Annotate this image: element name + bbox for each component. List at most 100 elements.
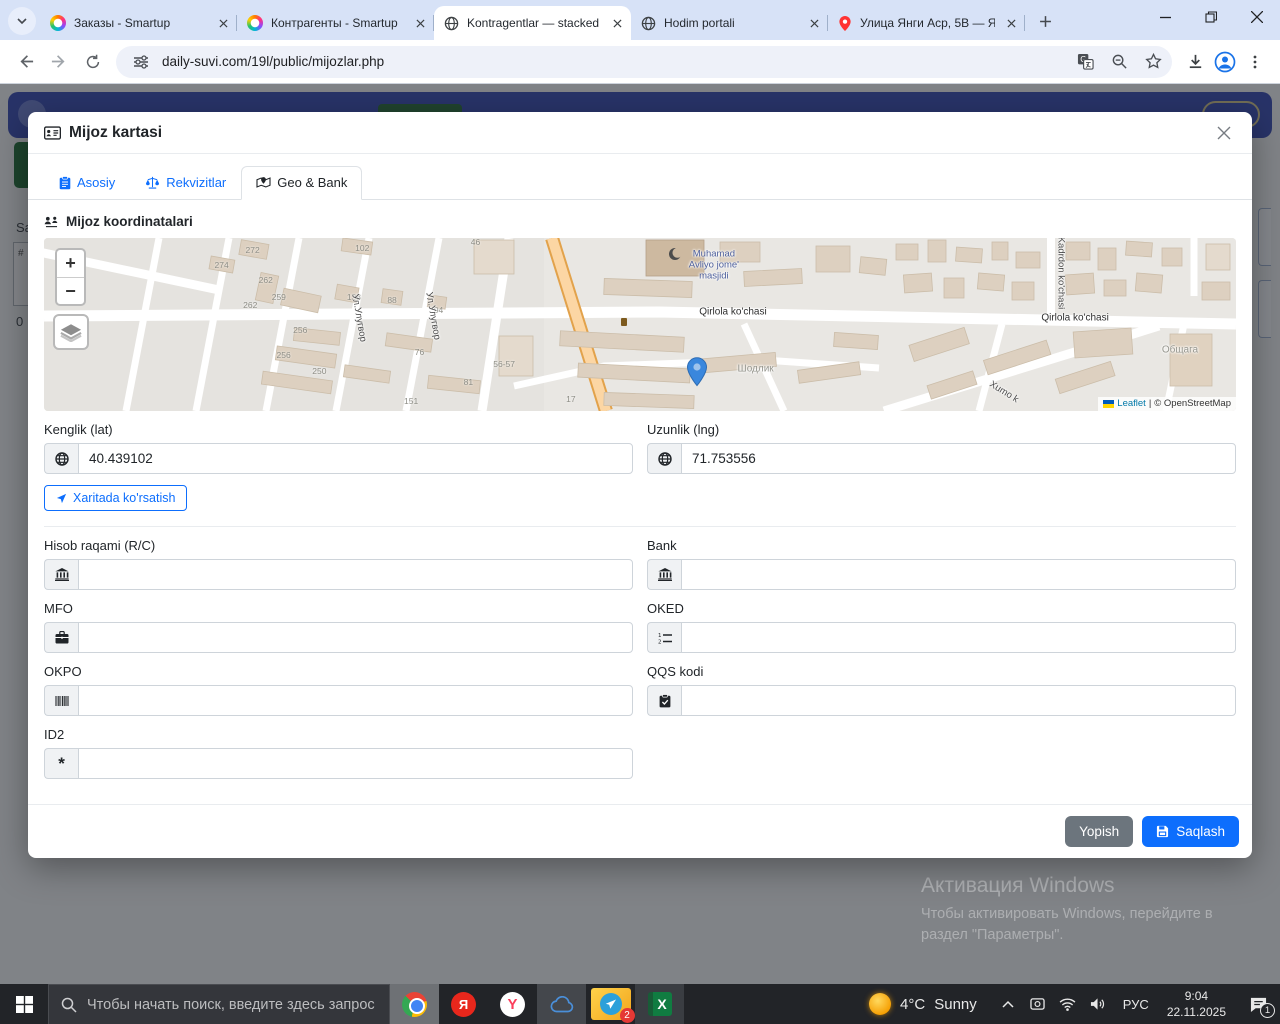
tab-close-icon[interactable] [1003, 15, 1019, 31]
back-icon[interactable] [10, 47, 40, 77]
monument-icon [620, 317, 627, 326]
tab-geo-bank-active[interactable]: Geo & Bank [241, 166, 363, 200]
url-text[interactable]: daily-suvi.com/19l/public/mijozlar.php [162, 54, 1064, 69]
action-center-button[interactable]: 1 [1236, 984, 1280, 1024]
save-button[interactable]: Saqlash [1142, 816, 1239, 847]
house-number: 17 [566, 393, 576, 404]
weather-temp: 4°C [900, 995, 926, 1013]
tab-asosiy[interactable]: Asosiy [44, 166, 130, 200]
ukraine-flag-icon [1103, 399, 1115, 408]
house-number: 56-57 [493, 359, 515, 370]
bank-input[interactable] [681, 559, 1236, 590]
window-controls [1142, 0, 1280, 40]
house-number: 272 [245, 245, 260, 256]
osm-attribution[interactable]: © OpenStreetMap [1154, 398, 1231, 409]
tab-close-icon[interactable] [215, 15, 231, 31]
menu-kebab-icon[interactable] [1240, 47, 1270, 77]
tab-yandex-maps[interactable]: Улица Янги Аср, 5В — Я [828, 6, 1025, 40]
id-card-icon [44, 125, 61, 140]
modal-title: Mijoz kartasi [44, 124, 162, 142]
tab-search-chevron-icon[interactable] [8, 7, 36, 35]
weather-condition: Sunny [934, 995, 977, 1013]
map-section-title-text: Mijoz koordinatalari [66, 214, 193, 229]
house-number: 102 [355, 243, 370, 254]
window-close-button[interactable] [1234, 0, 1280, 34]
bookmark-star-icon[interactable] [1140, 49, 1166, 75]
tab-zakazy-smartup[interactable]: Заказы - Smartup [40, 6, 237, 40]
taskbar-chrome-icon[interactable] [390, 984, 439, 1024]
tab-label: Hodim portali [664, 16, 735, 30]
wifi-icon[interactable] [1055, 988, 1081, 1020]
map-location-users-icon [44, 216, 59, 228]
lat-input[interactable] [78, 443, 633, 474]
omnibox[interactable]: daily-suvi.com/19l/public/mijozlar.php G [116, 45, 1172, 78]
map-section-title: Mijoz koordinatalari [44, 214, 1236, 229]
mfo-input[interactable] [78, 622, 633, 653]
qqs-input-group [647, 685, 1236, 716]
tab-close-icon[interactable] [412, 15, 428, 31]
taskbar-yandex-browser-icon[interactable]: Я [439, 984, 488, 1024]
mfo-label: MFO [44, 601, 73, 616]
tab-close-icon[interactable] [806, 15, 822, 31]
telegram-badge: 2 [619, 1008, 635, 1023]
forward-icon[interactable] [44, 47, 74, 77]
leaflet-map[interactable]: 46 272 274 262 259 262 102 138 88 94 256 256 250 56-5… [44, 238, 1236, 411]
map-marker-pin[interactable] [687, 357, 708, 387]
start-button[interactable] [0, 984, 48, 1024]
taskbar-yandex-icon[interactable]: Y [488, 984, 537, 1024]
qqs-input[interactable] [681, 685, 1236, 716]
taskbar-cloud-app-icon[interactable] [537, 984, 586, 1024]
oked-input[interactable] [681, 622, 1236, 653]
watermark-title: Активация Windows [921, 874, 1115, 897]
windows-taskbar: Чтобы начать поиск, введите здесь запрос… [0, 984, 1280, 1024]
reload-icon[interactable] [78, 47, 108, 77]
volume-icon[interactable] [1085, 988, 1111, 1020]
account-input-group [44, 559, 633, 590]
profile-avatar-icon[interactable] [1210, 47, 1240, 77]
tray-chevron-up-icon[interactable] [995, 988, 1021, 1020]
clock-widget[interactable]: 9:04 22.11.2025 [1157, 984, 1236, 1024]
id2-input[interactable] [78, 748, 633, 779]
show-on-map-button[interactable]: Xaritada ko'rsatish [44, 485, 188, 511]
taskbar-weather-widget[interactable]: 4°C Sunny [855, 984, 991, 1024]
tab-label: Улица Янги Аср, 5В — Я [860, 16, 995, 30]
zoom-out-button[interactable]: − [57, 277, 84, 304]
tab-hodim-portali[interactable]: Hodim portali [631, 6, 828, 40]
tab-label: Kontragentlar — stacked [467, 16, 600, 30]
oked-input-group: 12 [647, 622, 1236, 653]
translate-icon[interactable]: G [1072, 49, 1098, 75]
taskbar-telegram-icon[interactable]: 2 [586, 984, 635, 1024]
tray-app-icon[interactable] [1025, 988, 1051, 1020]
tab-rekvizitlar[interactable]: Rekvizitlar [130, 166, 241, 200]
taskbar-excel-icon[interactable]: X [635, 984, 684, 1024]
download-icon[interactable] [1180, 47, 1210, 77]
modal-close-icon[interactable] [1212, 121, 1236, 145]
site-settings-icon[interactable] [128, 49, 154, 75]
id2-label: ID2 [44, 727, 65, 742]
mijoz-kartasi-modal: Mijoz kartasi Asosiy Rekvizitlar Geo & B… [28, 112, 1252, 858]
house-number: 256 [276, 349, 291, 360]
lng-input[interactable] [681, 443, 1236, 474]
list-ol-icon: 12 [647, 622, 681, 653]
taskbar-search-box[interactable]: Чтобы начать поиск, введите здесь запрос [48, 984, 390, 1024]
window-minimize-button[interactable] [1142, 0, 1188, 34]
window-restore-button[interactable] [1188, 0, 1234, 34]
lng-input-group [647, 443, 1236, 474]
new-tab-button[interactable] [1031, 7, 1059, 35]
language-indicator[interactable]: РУС [1115, 984, 1157, 1024]
close-button[interactable]: Yopish [1065, 816, 1134, 847]
tab-close-icon[interactable] [609, 15, 625, 31]
watermark-line: раздел "Параметры". [921, 927, 1064, 944]
account-input[interactable] [78, 559, 633, 590]
browser-toolbar: daily-suvi.com/19l/public/mijozlar.php G [0, 40, 1280, 84]
house-number: 274 [214, 259, 229, 270]
okpo-input[interactable] [78, 685, 633, 716]
modal-tab-bar: Asosiy Rekvizitlar Geo & Bank [28, 154, 1252, 200]
zoom-indicator-icon[interactable] [1106, 49, 1132, 75]
tab-kontragenty-smartup[interactable]: Контрагенты - Smartup [237, 6, 434, 40]
leaflet-link[interactable]: Leaflet [1117, 398, 1146, 409]
tab-kontragentlar-stacked-active[interactable]: Kontragentlar — stacked [434, 6, 631, 40]
zoom-in-button[interactable]: + [57, 250, 84, 277]
house-number: 259 [271, 291, 286, 302]
map-layers-control[interactable] [53, 314, 89, 350]
